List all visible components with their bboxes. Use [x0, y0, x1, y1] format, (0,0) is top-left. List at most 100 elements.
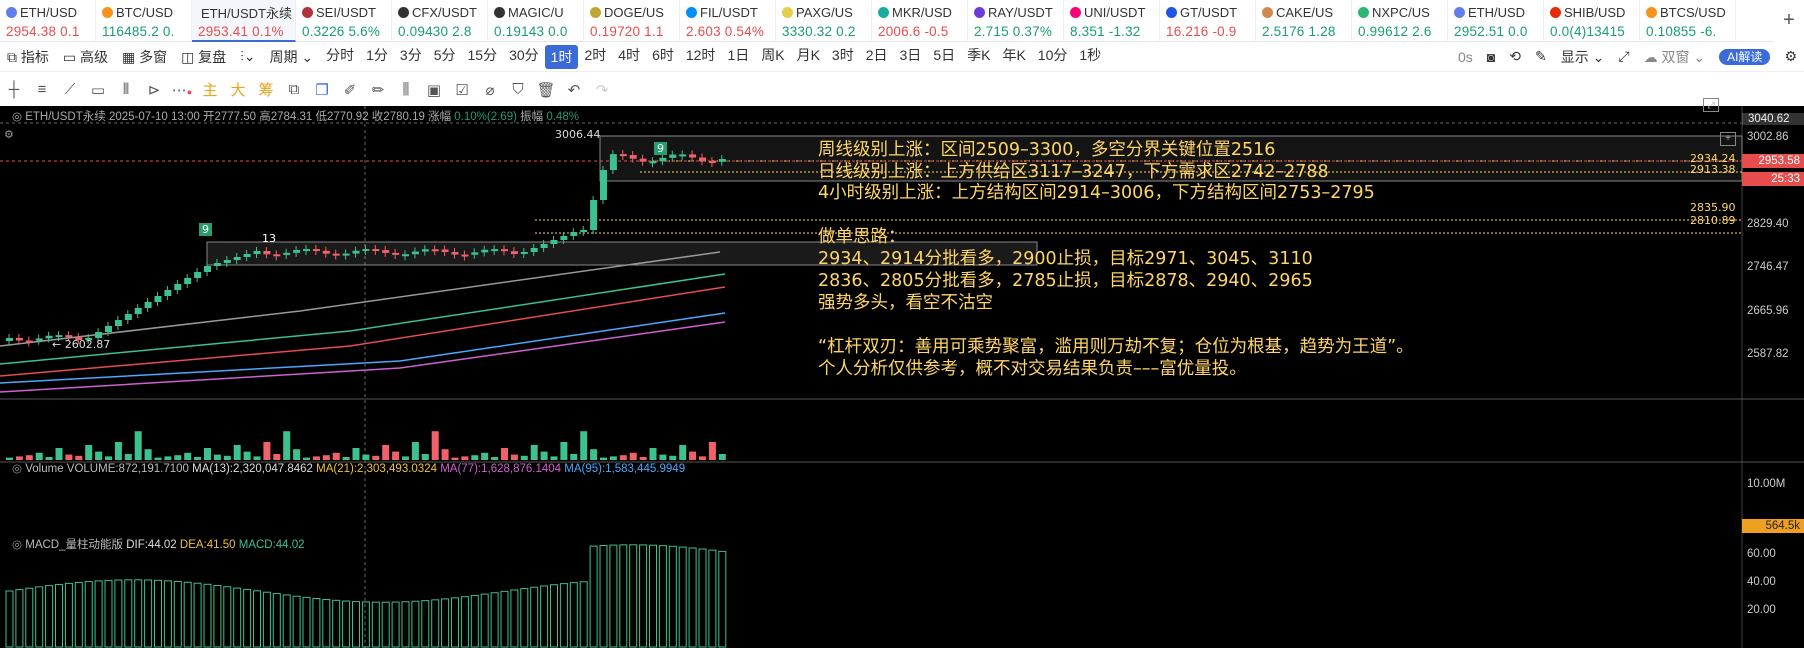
camera-icon[interactable]: ◙ — [1480, 49, 1502, 65]
interval-14[interactable]: 3时 — [826, 45, 860, 69]
more-icon[interactable]: ⋯● — [168, 81, 196, 99]
interval-15[interactable]: 2日 — [860, 45, 894, 69]
volume-bar — [55, 448, 63, 460]
interval-6[interactable]: 1时 — [544, 44, 579, 69]
symbol-tab[interactable]: MKR/USD 2006.6 -0.5 — [872, 0, 968, 42]
volume-collapse-icon[interactable]: ◎ — [12, 463, 25, 475]
symbol-tab[interactable]: CAKE/US 2.5176 1.28 — [1256, 0, 1352, 42]
interval-21[interactable]: 1秒 — [1073, 45, 1107, 69]
ai-button[interactable]: AI解读 — [1712, 48, 1777, 65]
interval-19[interactable]: 年K — [996, 45, 1031, 69]
delete-icon[interactable]: 🗑 — [532, 81, 560, 99]
interval-17[interactable]: 5日 — [927, 45, 961, 69]
settings-small-icon[interactable]: ⚙ — [4, 128, 14, 141]
advanced-button[interactable]: ▭ 高级 — [56, 47, 115, 67]
maximize-icon[interactable]: ⤢ — [1703, 98, 1719, 112]
double-window-button[interactable]: ☁ 双窗 ⌄ — [1637, 47, 1713, 67]
interval-16[interactable]: 3日 — [894, 45, 928, 69]
trendline-icon[interactable]: ⟋ — [56, 81, 84, 98]
symbol-tab[interactable]: ETH/USDT永续× 2953.41 0.1% — [192, 0, 296, 42]
pattern-icon[interactable]: ⊳ — [140, 81, 168, 99]
copy-icon[interactable]: ❐ — [308, 81, 336, 99]
symbol-tab[interactable]: PAXG/US 3330.32 0.2 — [776, 0, 872, 42]
tool-chips[interactable]: 筹 — [252, 79, 280, 100]
period-dropdown[interactable]: 周期 ⌄ — [263, 47, 321, 67]
symbol-tab[interactable]: FIL/USDT 2.603 0.54% — [680, 0, 776, 42]
collapse-icon[interactable]: ◎ — [12, 111, 25, 123]
link-icon[interactable]: ⧉ — [280, 81, 308, 98]
replay-icon: ◫ — [181, 48, 199, 65]
interval-13[interactable]: 月K — [791, 45, 826, 69]
timer-label: 0s — [1458, 48, 1473, 65]
candle-type-button[interactable]: ⫶⌄ — [233, 48, 262, 65]
tab-price: 2952.51 0.0 — [1454, 24, 1528, 39]
symbol-tab[interactable]: SEI/USDT 0.3226 5.6% — [296, 0, 392, 42]
interval-4[interactable]: 15分 — [462, 45, 504, 69]
chart-area[interactable]: ◎ ETH/USDT永续 2025-07-10 13:00 开2777.50 高… — [0, 98, 1804, 648]
axis-tick-1: 3002.86 — [1747, 131, 1789, 143]
interval-9[interactable]: 6时 — [646, 45, 680, 69]
brush-icon[interactable]: ✏ — [364, 81, 392, 99]
tab-symbol: MAGIC/U — [494, 4, 583, 20]
symbol-tab[interactable]: BTCS/USD 0.10855 -6. — [1640, 0, 1736, 42]
symbol-tab[interactable]: SHIB/USD 0.0(4)13415 — [1544, 0, 1640, 42]
display-button[interactable]: 显示 ⌄ — [1554, 47, 1612, 67]
interval-8[interactable]: 4时 — [612, 45, 646, 69]
symbol-tab[interactable]: NXPC/US 0.99612 2.6 — [1352, 0, 1448, 42]
replay-button[interactable]: ◫ 复盘 — [174, 47, 233, 67]
symbol-tab[interactable]: UNI/USDT 8.351 -1.32 — [1064, 0, 1160, 42]
volume-bar — [312, 456, 320, 460]
compare-icon[interactable]: ⫼ — [392, 81, 420, 98]
interval-0[interactable]: 分时 — [320, 45, 360, 69]
symbol-tab[interactable]: GT/USDT 16.216 -0.9 — [1160, 0, 1256, 42]
macd-bar — [589, 545, 598, 648]
add-line-icon[interactable]: + — [1720, 132, 1736, 146]
candle — [708, 161, 716, 164]
interval-20[interactable]: 10分 — [1032, 45, 1074, 69]
add-tab-button[interactable]: + — [1774, 0, 1804, 42]
symbol-tab[interactable]: ETH/USD 2952.51 0.0 — [1448, 0, 1544, 42]
fullscreen-icon[interactable]: ⤢ — [1611, 48, 1636, 65]
candle — [609, 154, 617, 170]
crosshair-icon[interactable]: ┼ — [0, 81, 28, 98]
symbol-tab[interactable]: ETH/USD 2954.38 0.1 — [0, 0, 96, 42]
interval-2[interactable]: 3分 — [394, 45, 428, 69]
interval-5[interactable]: 30分 — [503, 45, 545, 69]
undo-icon[interactable]: ⟲ — [1502, 48, 1528, 65]
interval-1[interactable]: 1分 — [360, 45, 394, 69]
edit-icon[interactable]: ✎ — [1528, 48, 1554, 65]
interval-11[interactable]: 1日 — [721, 45, 755, 69]
symbol-tab[interactable]: MAGIC/U 0.19143 0.0 — [488, 0, 584, 42]
settings-icon[interactable]: ⚙ — [1777, 48, 1804, 65]
redo-draw-icon[interactable]: ↷ — [588, 81, 616, 99]
tool-big[interactable]: 大 — [224, 79, 252, 100]
undo-draw-icon[interactable]: ↶ — [560, 81, 588, 99]
note-icon[interactable]: ☑ — [448, 81, 476, 99]
candle — [639, 158, 647, 162]
symbol-tab[interactable]: BTC/USD 116485.2 0. — [96, 0, 192, 42]
interval-18[interactable]: 季K — [961, 45, 996, 69]
interval-12[interactable]: 周K — [755, 45, 790, 69]
channel-icon[interactable]: ⫴ — [112, 81, 140, 98]
symbol-tab[interactable]: DOGE/US 0.19720 1.1 — [584, 0, 680, 42]
interval-7[interactable]: 2时 — [578, 45, 612, 69]
rect-icon[interactable]: ▭ — [84, 81, 112, 99]
lock-icon[interactable]: ▣ — [420, 81, 448, 99]
symbol-tab[interactable]: RAY/USDT 2.715 0.37% — [968, 0, 1064, 42]
macd-bar — [708, 549, 717, 648]
tool-main[interactable]: 主 — [196, 79, 224, 100]
multi-window-button[interactable]: ▦ 多窗 — [115, 47, 174, 67]
macd-collapse-icon[interactable]: ◎ — [12, 539, 25, 551]
analysis-line-9: 个人分析仅供参考，概不对交易结果负责–––富优量投。 — [818, 359, 1247, 379]
filter-icon[interactable]: ⛉ — [504, 81, 532, 98]
symbol-tab[interactable]: CFX/USDT 0.09430 2.8 — [392, 0, 488, 42]
ruler-icon[interactable]: ✐ — [336, 81, 364, 99]
candle — [659, 157, 667, 162]
hline-icon[interactable]: ≡ — [28, 81, 56, 98]
macd-bar — [342, 600, 351, 648]
magnet-icon[interactable]: ⌀ — [476, 81, 504, 99]
macd-bar — [579, 581, 588, 648]
interval-10[interactable]: 12时 — [680, 45, 722, 69]
interval-3[interactable]: 5分 — [428, 45, 462, 69]
indicator-button[interactable]: ⧉ 指标 — [0, 47, 56, 67]
